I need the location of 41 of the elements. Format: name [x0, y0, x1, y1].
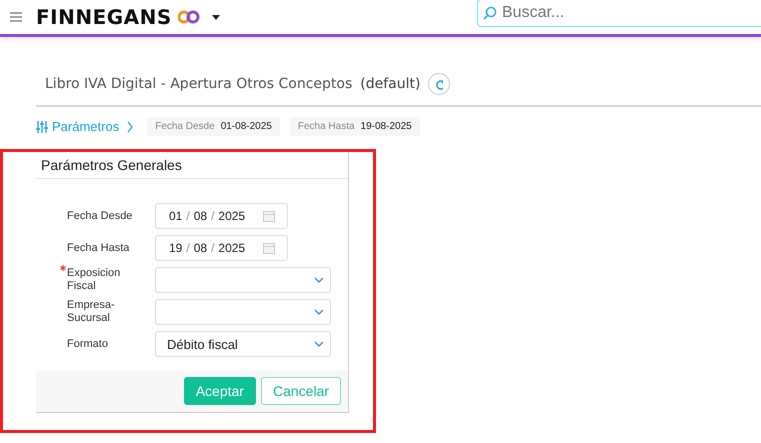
rings-logo-icon — [178, 10, 200, 24]
dropdown-field[interactable]: Débito fiscal — [155, 331, 331, 357]
chip-value: 01-08-2025 — [220, 121, 272, 132]
refresh-button[interactable] — [428, 73, 450, 95]
calendar-icon[interactable] — [263, 210, 276, 222]
dialog-title: Parámetros Generales — [36, 151, 348, 179]
refresh-icon — [435, 78, 444, 90]
date-field[interactable]: 19 / 08 / 2025 — [155, 235, 288, 261]
day-value: 19 — [169, 241, 182, 255]
view-name: (default) — [360, 76, 420, 92]
field-label: Formato — [67, 338, 108, 350]
year-value: 2025 — [218, 209, 246, 223]
year-value: 2025 — [218, 241, 246, 255]
menu-icon[interactable] — [10, 12, 22, 22]
caret-icon[interactable] — [212, 14, 220, 20]
day-value: 01 — [169, 209, 182, 223]
selected-value: Débito fiscal — [167, 336, 238, 352]
chevron-down-icon — [314, 309, 324, 315]
date-separator: / — [186, 241, 190, 255]
dropdown-field[interactable] — [155, 267, 331, 293]
calendar-icon[interactable] — [263, 242, 276, 254]
chevron-down-icon — [314, 277, 324, 283]
chip-label: Fecha Hasta — [298, 121, 355, 132]
field-label: Fecha Desde — [67, 210, 132, 222]
page-title: Libro IVA Digital - Apertura Otros Conceptos — [45, 76, 352, 92]
month-value: 08 — [194, 209, 208, 223]
chip-value: 19-08-2025 — [360, 121, 412, 132]
date-separator: / — [211, 241, 214, 255]
date-separator: / — [211, 209, 214, 223]
dropdown-field[interactable] — [155, 299, 331, 325]
search-field[interactable]: Buscar... — [477, 0, 761, 27]
date-field[interactable]: 01 / 08 / 2025 — [155, 203, 288, 229]
field-label: Empresa-Sucursal — [67, 299, 115, 324]
sliders-icon — [36, 120, 48, 132]
date-separator: / — [186, 209, 190, 223]
brand-logo-text: FINNEGANS — [36, 5, 172, 29]
field-label: Exposicion Fiscal — [67, 267, 120, 292]
chip-label: Fecha Desde — [155, 121, 215, 132]
field-label: Fecha Hasta — [67, 242, 130, 254]
month-value: 08 — [194, 241, 208, 255]
chevron-down-icon — [314, 341, 324, 347]
